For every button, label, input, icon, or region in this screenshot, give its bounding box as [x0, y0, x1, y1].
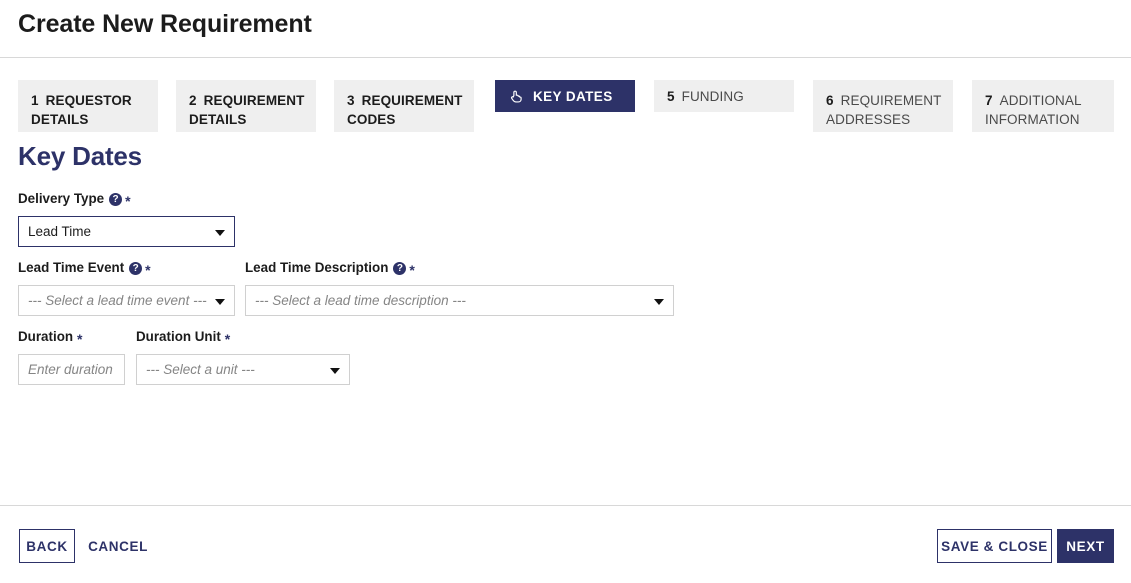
tab-key-dates[interactable]: KEY DATES [495, 80, 635, 112]
tab-number: 6 [826, 93, 834, 108]
tab-requirement-codes[interactable]: 3 REQUIREMENT CODES [334, 80, 474, 132]
tab-label: REQUIREMENT ADDRESSES [826, 93, 942, 127]
help-icon[interactable]: ? [109, 192, 123, 206]
field-delivery-type: Delivery Type ? * Lead Time [18, 191, 235, 247]
field-duration: Duration * Enter duration [18, 329, 125, 385]
duration-label: Duration * [18, 329, 125, 347]
duration-unit-select[interactable]: --- Select a unit --- [136, 354, 350, 385]
label-text: Duration Unit [136, 329, 221, 344]
tab-label: REQUESTOR DETAILS [31, 93, 132, 127]
lead-time-event-select[interactable]: --- Select a lead time event --- [18, 285, 235, 316]
delivery-type-value: Lead Time [28, 224, 92, 239]
required-asterisk: * [409, 262, 415, 278]
tab-label: KEY DATES [533, 88, 613, 104]
tab-additional-information[interactable]: 7 ADDITIONAL INFORMATION [972, 80, 1114, 132]
tab-number: 2 [189, 93, 197, 108]
tab-label: ADDITIONAL INFORMATION [985, 93, 1082, 127]
save-and-close-button[interactable]: SAVE & CLOSE [937, 529, 1052, 563]
label-text: Duration [18, 329, 74, 344]
duration-unit-placeholder: --- Select a unit --- [146, 362, 255, 377]
next-button[interactable]: NEXT [1057, 529, 1114, 563]
field-lead-time-description: Lead Time Description ? * --- Select a l… [245, 260, 674, 316]
chevron-down-icon [330, 367, 340, 374]
lead-time-event-label: Lead Time Event ? * [18, 260, 235, 278]
required-asterisk: * [77, 331, 83, 347]
duration-placeholder: Enter duration [28, 362, 113, 377]
page-header: Create New Requirement [0, 0, 1131, 58]
delivery-type-label: Delivery Type ? * [18, 191, 235, 209]
help-icon[interactable]: ? [129, 261, 143, 275]
tab-number: 7 [985, 93, 993, 108]
cancel-button[interactable]: CANCEL [85, 529, 151, 563]
hand-point-up-icon [509, 89, 524, 104]
tab-requestor-details[interactable]: 1 REQUESTOR DETAILS [18, 80, 158, 132]
lead-time-description-placeholder: --- Select a lead time description --- [255, 293, 466, 308]
label-text: Delivery Type [18, 191, 105, 206]
field-duration-unit: Duration Unit * --- Select a unit --- [136, 329, 350, 385]
tab-label: FUNDING [681, 89, 744, 104]
form-content: Key Dates Delivery Type ? * Lead Time Le… [18, 140, 1114, 385]
help-icon[interactable]: ? [393, 261, 407, 275]
label-text: Lead Time Event [18, 260, 125, 275]
back-button[interactable]: BACK [19, 529, 75, 563]
tab-number: 5 [667, 89, 675, 104]
wizard-stepper: 1 REQUESTOR DETAILS 2 REQUIREMENT DETAILS … [18, 80, 1114, 132]
required-asterisk: * [145, 262, 151, 278]
chevron-down-icon [654, 298, 664, 305]
label-text: Lead Time Description [245, 260, 389, 275]
tab-requirement-addresses[interactable]: 6 REQUIREMENT ADDRESSES [813, 80, 953, 132]
tab-label: REQUIREMENT DETAILS [189, 93, 305, 127]
tab-number: 1 [31, 93, 39, 108]
lead-time-description-select[interactable]: --- Select a lead time description --- [245, 285, 674, 316]
lead-time-description-label: Lead Time Description ? * [245, 260, 674, 278]
tab-label: REQUIREMENT CODES [347, 93, 463, 127]
duration-unit-label: Duration Unit * [136, 329, 350, 347]
lead-time-event-placeholder: --- Select a lead time event --- [28, 293, 207, 308]
page-title: Create New Requirement [18, 10, 312, 38]
required-asterisk: * [224, 331, 231, 347]
tab-funding[interactable]: 5 FUNDING [654, 80, 794, 112]
tab-requirement-details[interactable]: 2 REQUIREMENT DETAILS [176, 80, 316, 132]
chevron-down-icon [215, 298, 225, 305]
duration-input[interactable]: Enter duration [18, 354, 125, 385]
chevron-down-icon [215, 229, 225, 236]
delivery-type-select[interactable]: Lead Time [18, 216, 235, 247]
footer-divider [0, 505, 1131, 506]
create-requirement-wizard: Create New Requirement 1 REQUESTOR DETAIL… [0, 0, 1131, 583]
section-title: Key Dates [18, 141, 142, 171]
tab-number: 3 [347, 93, 355, 108]
required-asterisk: * [125, 193, 131, 209]
field-lead-time-event: Lead Time Event ? * --- Select a lead ti… [18, 260, 235, 316]
